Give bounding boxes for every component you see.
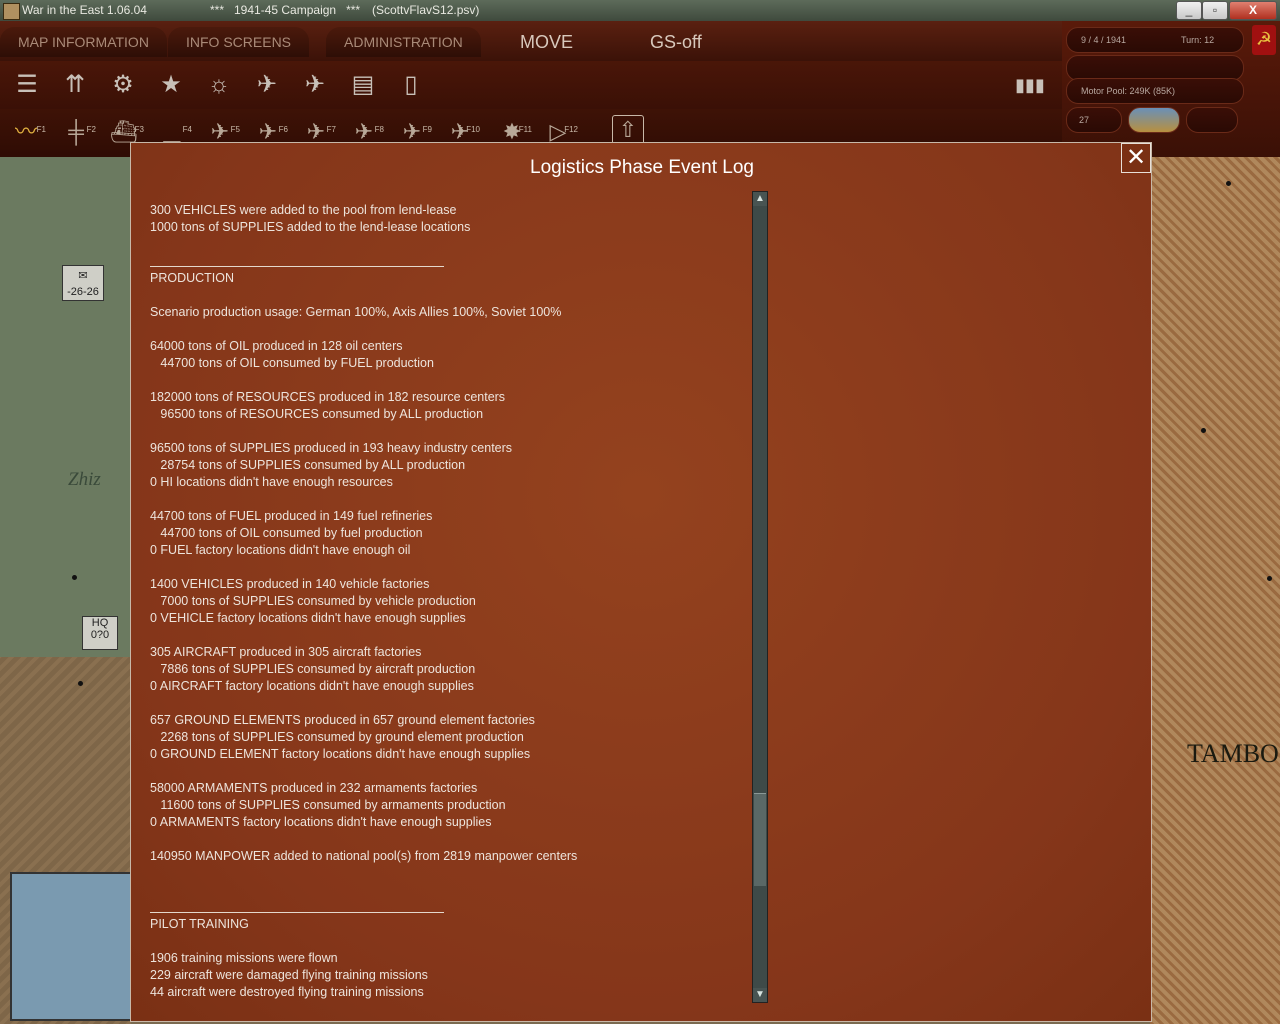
log-line: 11600 tons of SUPPLIES consumed by armam… bbox=[150, 798, 506, 812]
battery-icon[interactable]: ▮▮▮ bbox=[1012, 67, 1048, 103]
map-town-marker bbox=[1226, 181, 1231, 186]
air-recon-icon[interactable]: ✈ bbox=[297, 67, 333, 103]
log-line: 44 aircraft were destroyed flying traini… bbox=[150, 985, 424, 999]
log-line: 96500 tons of SUPPLIES produced in 193 h… bbox=[150, 441, 513, 455]
log-line: 44700 tons of OIL consumed by FUEL produ… bbox=[150, 356, 434, 370]
window-close-button[interactable]: X bbox=[1229, 1, 1277, 20]
rail-icon[interactable]: ▤ bbox=[345, 67, 381, 103]
log-line: 64000 tons of OIL produced in 128 oil ce… bbox=[150, 339, 403, 353]
tab-map-information[interactable]: MAP INFORMATION bbox=[0, 27, 167, 57]
hq-counter[interactable]: HQ 0?0 bbox=[82, 616, 118, 650]
motor-pool-display: Motor Pool: 249K (85K) bbox=[1066, 78, 1244, 104]
window-title-bar: War in the East 1.06.04 *** 1941-45 Camp… bbox=[0, 0, 1280, 21]
log-scrollbar[interactable]: ▲ ▼ bbox=[752, 191, 768, 1003]
event-log-text: 300 VEHICLES were added to the pool from… bbox=[150, 203, 750, 1003]
file-name: (ScottvFlavS12.psv) bbox=[372, 3, 480, 17]
log-section-heading: PRODUCTION bbox=[150, 271, 235, 285]
log-line: 1000 tons of SUPPLIES added to the lend-… bbox=[150, 220, 471, 234]
unit-stack-icon[interactable]: ☰ bbox=[9, 67, 45, 103]
log-line: 140950 MANPOWER added to national pool(s… bbox=[150, 849, 578, 863]
log-line: Scenario production usage: German 100%, … bbox=[150, 305, 562, 319]
campaign-title: *** 1941-45 Campaign *** bbox=[210, 3, 361, 17]
gear-icon[interactable]: ⚙ bbox=[105, 67, 141, 103]
hq-label: HQ bbox=[91, 617, 109, 629]
section-divider bbox=[150, 266, 444, 267]
move-button[interactable]: MOVE bbox=[502, 27, 591, 57]
date-display: 9 / 4 / 1941 Turn: 12 bbox=[1066, 27, 1244, 53]
log-line: 300 VEHICLES were added to the pool from… bbox=[150, 203, 457, 217]
tab-administration[interactable]: ADMINISTRATION bbox=[326, 27, 481, 57]
map-town-marker bbox=[1201, 428, 1206, 433]
minimize-button[interactable]: _ bbox=[1176, 1, 1202, 20]
log-line: 229 aircraft were damaged flying trainin… bbox=[150, 968, 428, 982]
map-place-right: TAMBO bbox=[1187, 739, 1279, 768]
air-interdiction-icon[interactable]: ✈ bbox=[249, 67, 285, 103]
date-text: 9 / 4 / 1941 bbox=[1081, 35, 1127, 45]
app-icon bbox=[3, 3, 20, 20]
log-line: 44700 tons of OIL consumed by fuel produ… bbox=[150, 526, 423, 540]
tab-info-screens[interactable]: INFO SCREENS bbox=[168, 27, 310, 57]
toolbar-primary: ☰ ⇈ ⚙ ★ ☼ ✈ ✈ ▤ ▯ ▮▮▮ bbox=[0, 61, 1062, 109]
scrollbar-thumb[interactable] bbox=[754, 792, 766, 886]
path-icon[interactable]: 〰 F1 bbox=[6, 113, 46, 153]
map-steppe-region bbox=[1150, 157, 1280, 1024]
minimap[interactable] bbox=[10, 872, 132, 1021]
dialog-title: Logistics Phase Event Log bbox=[530, 157, 754, 178]
log-line: 0 FUEL factory locations didn't have eno… bbox=[150, 543, 411, 557]
dialog-close-button[interactable]: ✕ bbox=[1121, 143, 1151, 173]
log-line: 44700 tons of FUEL produced in 149 fuel … bbox=[150, 509, 433, 523]
envelope-icon: ✉ bbox=[78, 270, 88, 282]
hq-value: 0?0 bbox=[90, 629, 110, 641]
main-menu-bar: MAP INFORMATION INFO SCREENS ADMINISTRAT… bbox=[0, 21, 1062, 61]
scroll-down-arrow-icon[interactable]: ▼ bbox=[753, 988, 767, 1002]
log-line: 0 GROUND ELEMENT factory locations didn'… bbox=[150, 747, 531, 761]
turn-text: Turn: 12 bbox=[1181, 35, 1215, 45]
section-divider bbox=[150, 912, 444, 913]
map-town-marker bbox=[1267, 576, 1272, 581]
star-icon[interactable]: ★ bbox=[153, 67, 189, 103]
unit-counter-label: -26-26 bbox=[67, 286, 99, 298]
gs-toggle[interactable]: GS-off bbox=[632, 27, 720, 57]
log-line: 2268 tons of SUPPLIES consumed by ground… bbox=[150, 730, 524, 744]
weather-indicator[interactable] bbox=[1128, 107, 1180, 133]
log-line: 58000 ARMAMENTS produced in 232 armament… bbox=[150, 781, 478, 795]
map-place-left: Zhiz bbox=[68, 469, 101, 490]
app-title: War in the East 1.06.04 bbox=[22, 3, 147, 17]
log-line: 1906 training missions were flown bbox=[150, 951, 338, 965]
log-line: 0 AIRCRAFT factory locations didn't have… bbox=[150, 679, 474, 693]
log-line: 28754 tons of SUPPLIES consumed by ALL p… bbox=[150, 458, 466, 472]
log-line: 182000 tons of RESOURCES produced in 182… bbox=[150, 390, 506, 404]
weather-map-icon[interactable]: ☼ bbox=[201, 67, 237, 103]
value-text: 27 bbox=[1079, 115, 1090, 125]
empty-indicator[interactable] bbox=[1186, 107, 1238, 133]
log-line: 0 VEHICLE factory locations didn't have … bbox=[150, 611, 466, 625]
log-line: 0 HI locations didn't have enough resour… bbox=[150, 475, 393, 489]
map-town-marker bbox=[78, 681, 83, 686]
log-line: 657 GROUND ELEMENTS produced in 657 grou… bbox=[150, 713, 535, 727]
turn-info-panel: 9 / 4 / 1941 Turn: 12 ☭ Motor Pool: 249K… bbox=[1062, 21, 1280, 157]
log-line: 7000 tons of SUPPLIES consumed by vehicl… bbox=[150, 594, 476, 608]
log-line: 0 ARMAMENTS factory locations didn't hav… bbox=[150, 815, 492, 829]
scroll-up-arrow-icon[interactable]: ▲ bbox=[753, 192, 767, 206]
unit-counter[interactable]: ✉ -26-26 bbox=[62, 265, 104, 301]
map-town-marker bbox=[72, 575, 77, 580]
motor-pool-text: Motor Pool: 249K (85K) bbox=[1081, 86, 1176, 96]
log-line: 7886 tons of SUPPLIES consumed by aircra… bbox=[150, 662, 476, 676]
railroad-icon[interactable]: ╪ F2 bbox=[56, 113, 96, 153]
logistics-event-log-dialog: Logistics Phase Event Log ✕ 300 VEHICLES… bbox=[130, 142, 1152, 1022]
value-display: 27 bbox=[1066, 107, 1122, 133]
fuel-can-icon[interactable]: ▯ bbox=[393, 67, 429, 103]
maximize-button[interactable]: ▫ bbox=[1202, 1, 1228, 20]
arrows-up-icon[interactable]: ⇈ bbox=[57, 67, 93, 103]
log-line: 1400 VEHICLES produced in 140 vehicle fa… bbox=[150, 577, 430, 591]
log-line: 305 AIRCRAFT produced in 305 aircraft fa… bbox=[150, 645, 422, 659]
log-line: 96500 tons of RESOURCES consumed by ALL … bbox=[150, 407, 484, 421]
log-section-heading: PILOT TRAINING bbox=[150, 917, 249, 931]
hammer-sickle-icon: ☭ bbox=[1252, 25, 1276, 55]
